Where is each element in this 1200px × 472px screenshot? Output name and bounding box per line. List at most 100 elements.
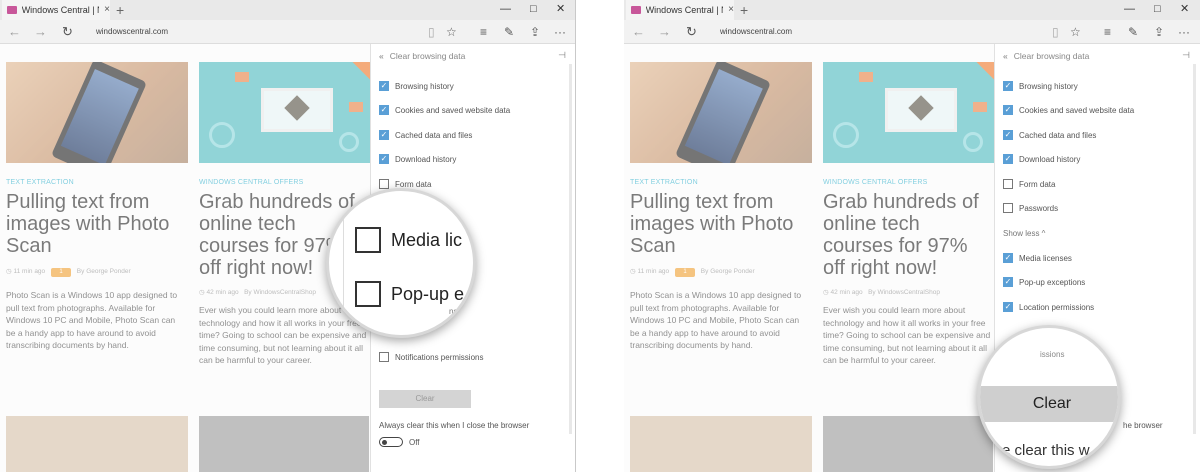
hub-icon[interactable]: ≡ (480, 25, 487, 39)
reading-view-icon[interactable]: ▯ (1052, 25, 1059, 39)
panel-header[interactable]: « Clear browsing data (379, 51, 465, 61)
screenshot-after: Windows Central | New × + — □ ✕ ← → ↻ wi… (624, 0, 1200, 472)
favicon-icon (7, 6, 17, 14)
checked-checkbox[interactable]: ✓ (379, 154, 389, 164)
show-less-link[interactable]: Show less ^ (1003, 229, 1045, 238)
magnified-checkbox (355, 281, 381, 307)
checkbox-row[interactable]: Form data (1003, 177, 1055, 191)
checked-checkbox[interactable]: ✓ (1003, 277, 1013, 287)
more-icon[interactable]: ··· (1178, 25, 1190, 39)
refresh-icon[interactable]: ↻ (62, 24, 73, 40)
checkbox-row[interactable]: ✓ Download history (379, 152, 456, 166)
magnified-checkbox (355, 227, 381, 253)
new-tab-button[interactable]: + (740, 2, 748, 18)
chevron-back-icon[interactable]: « (379, 51, 384, 61)
chevron-back-icon[interactable]: « (1003, 51, 1008, 61)
checkbox-row[interactable]: ✓ Cached data and files (379, 128, 472, 142)
favorite-star-icon[interactable]: ☆ (446, 25, 457, 39)
address-bar: ← → ↻ windowscentral.com ▯ ☆ ≡ ✎ ⇪ ··· (0, 20, 575, 44)
web-note-icon[interactable]: ✎ (504, 25, 514, 39)
checkbox[interactable] (379, 179, 389, 189)
pin-icon[interactable]: ⊣ (558, 50, 566, 61)
hub-icon[interactable]: ≡ (1104, 25, 1111, 39)
url-field[interactable]: windowscentral.com (720, 27, 792, 36)
checked-checkbox[interactable]: ✓ (379, 105, 389, 115)
checkbox-label: Pop-up exceptions (1019, 277, 1086, 287)
checkbox-row[interactable]: ✓ Download history (1003, 152, 1080, 166)
title-bar: Windows Central | New × + — □ ✕ (624, 0, 1200, 20)
browser-tab[interactable]: Windows Central | New × (2, 0, 110, 20)
clear-button[interactable]: Clear (379, 390, 471, 408)
checked-checkbox[interactable]: ✓ (379, 81, 389, 91)
forward-arrow-icon[interactable]: → (34, 24, 47, 40)
web-note-icon[interactable]: ✎ (1128, 25, 1138, 39)
panel-header[interactable]: « Clear browsing data (1003, 51, 1089, 61)
checkbox-label: Download history (395, 154, 457, 164)
checkbox-row[interactable]: ✓ Cookies and saved website data (379, 103, 510, 117)
favorite-star-icon[interactable]: ☆ (1070, 25, 1081, 39)
checked-checkbox[interactable]: ✓ (1003, 105, 1013, 115)
checkbox[interactable] (1003, 179, 1013, 189)
lens-divider (343, 191, 344, 335)
checkbox-row[interactable]: ✓ Browsing history (379, 79, 454, 93)
back-arrow-icon[interactable]: ← (632, 24, 645, 40)
magnified-clear-button[interactable]: Clear (980, 386, 1118, 422)
checkbox-row[interactable]: Notifications permissions (379, 350, 483, 364)
more-icon[interactable]: ··· (554, 25, 566, 39)
page-dim-overlay (624, 44, 994, 472)
checked-checkbox[interactable]: ✓ (1003, 253, 1013, 263)
share-icon[interactable]: ⇪ (1154, 25, 1164, 39)
reading-view-icon[interactable]: ▯ (428, 25, 435, 39)
checked-checkbox[interactable]: ✓ (379, 130, 389, 140)
minimize-button[interactable]: — (1124, 2, 1135, 16)
checked-checkbox[interactable]: ✓ (1003, 302, 1013, 312)
checkbox-label: Passwords (1019, 203, 1059, 213)
close-tab-icon[interactable]: × (104, 5, 110, 15)
checkbox-row[interactable]: Passwords (1003, 201, 1058, 215)
checkbox-label: Cookies and saved website data (395, 105, 511, 115)
maximize-button[interactable]: □ (1154, 2, 1161, 16)
title-bar: Windows Central | New × + — □ ✕ (0, 0, 575, 20)
checkbox-row[interactable]: ✓ Browsing history (1003, 79, 1078, 93)
scrollbar[interactable] (569, 64, 572, 434)
magnifier-lens: issions Clear e clear this w (977, 325, 1121, 469)
back-arrow-icon[interactable]: ← (8, 24, 21, 40)
url-field[interactable]: windowscentral.com (96, 27, 168, 36)
checkbox-row[interactable]: ✓ Pop-up exceptions (1003, 275, 1085, 289)
magnified-faint-text: ns (449, 307, 458, 316)
magnified-faint-text: ermissions (429, 327, 468, 336)
page-dim-overlay (0, 44, 370, 472)
checkbox-row[interactable]: ✓ Cached data and files (1003, 128, 1096, 142)
favicon-icon (631, 6, 641, 14)
browser-tab[interactable]: Windows Central | New × (626, 0, 734, 20)
panel-title: Clear browsing data (1013, 51, 1090, 61)
tab-title: Windows Central | New (645, 5, 723, 15)
refresh-icon[interactable]: ↻ (686, 24, 697, 40)
checkbox-label: Browsing history (395, 81, 454, 91)
tab-title: Windows Central | New (21, 5, 99, 15)
new-tab-button[interactable]: + (116, 2, 124, 18)
magnified-always-clear-text: e clear this w (1002, 442, 1090, 459)
scrollbar[interactable] (1193, 64, 1196, 434)
share-icon[interactable]: ⇪ (530, 25, 540, 39)
checked-checkbox[interactable]: ✓ (1003, 154, 1013, 164)
checkbox-label: Media licenses (1019, 253, 1072, 263)
always-clear-toggle-row: Off (379, 437, 420, 447)
checked-checkbox[interactable]: ✓ (1003, 81, 1013, 91)
always-clear-toggle[interactable] (379, 437, 403, 447)
close-tab-icon[interactable]: × (728, 5, 734, 15)
checkbox-row[interactable]: ✓ Cookies and saved website data (1003, 103, 1134, 117)
close-window-button[interactable]: ✕ (1180, 2, 1189, 16)
checkbox[interactable] (1003, 203, 1013, 213)
pin-icon[interactable]: ⊣ (1182, 50, 1190, 61)
minimize-button[interactable]: — (500, 2, 511, 16)
checked-checkbox[interactable]: ✓ (1003, 130, 1013, 140)
checkbox-row[interactable]: ✓ Media licenses (1003, 251, 1072, 265)
checkbox[interactable] (379, 352, 389, 362)
checkbox-row[interactable]: ✓ Location permissions (1003, 300, 1094, 314)
close-window-button[interactable]: ✕ (556, 2, 565, 16)
always-clear-label-partial: he browser (1123, 421, 1163, 430)
forward-arrow-icon[interactable]: → (658, 24, 671, 40)
address-bar: ← → ↻ windowscentral.com ▯ ☆ ≡ ✎ ⇪ ··· (624, 20, 1200, 44)
maximize-button[interactable]: □ (530, 2, 537, 16)
